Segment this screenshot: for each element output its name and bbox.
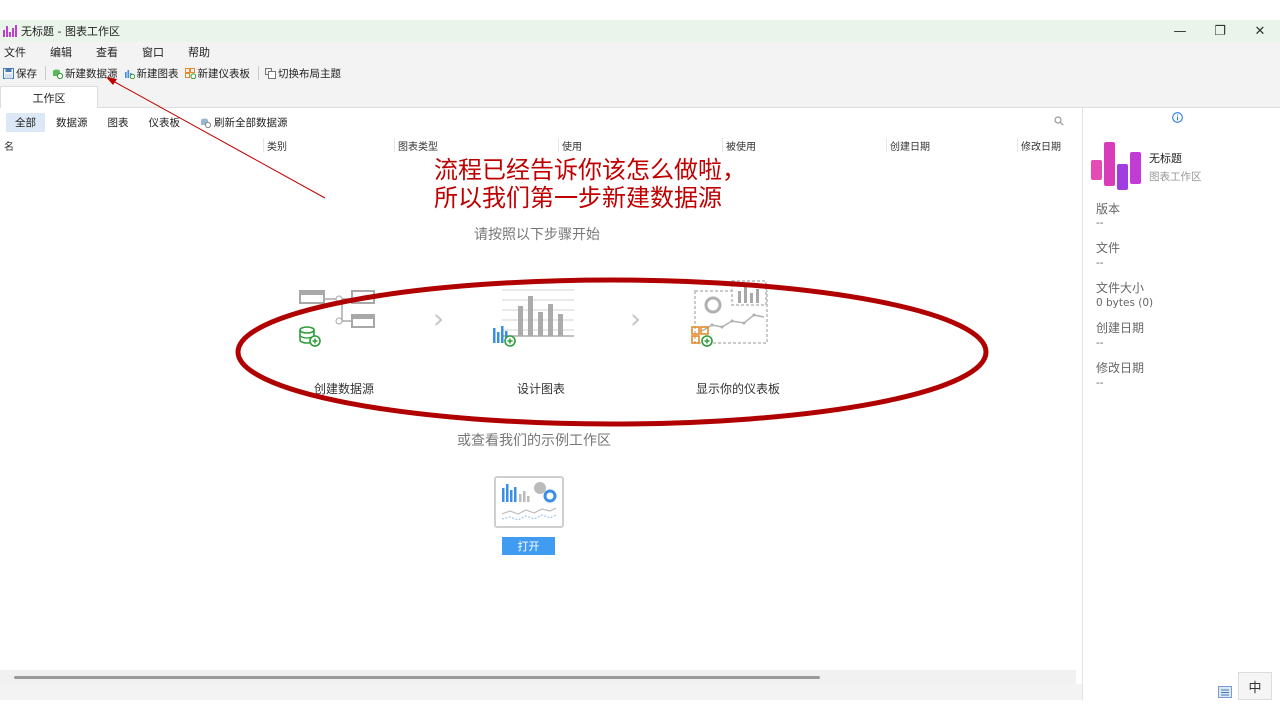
chart-add-icon <box>124 69 135 79</box>
open-example-button[interactable]: 打开 <box>502 537 555 555</box>
step-arrow-1-icon: › <box>433 302 445 335</box>
new-chart-label: 新建图表 <box>136 67 179 80</box>
workspace-logo-icon <box>1091 142 1141 190</box>
column-modified-date[interactable]: 修改日期 <box>1017 138 1061 153</box>
toolbar-divider <box>258 66 259 80</box>
step-design-chart[interactable]: 设计图表 <box>517 380 565 397</box>
menu-bar: 文件 编辑 查看 窗口 帮助 <box>0 42 1280 62</box>
refresh-all-label: 刷新全部数据源 <box>214 116 288 129</box>
filter-chart[interactable]: 图表 <box>99 113 138 132</box>
toolbar-divider <box>45 66 46 80</box>
dashboard-add-icon <box>184 67 196 79</box>
step-create-datasource[interactable]: 创建数据源 <box>314 380 374 397</box>
layout-theme-icon <box>265 67 276 79</box>
annotation-line-1: 流程已经告诉你该怎么做啦， <box>434 156 746 184</box>
column-category[interactable]: 类别 <box>263 138 287 153</box>
file-size-label: 文件大小 <box>1096 281 1145 295</box>
column-uses[interactable]: 使用 <box>558 138 582 153</box>
list-header: 名 类别 图表类型 使用 被使用 创建日期 修改日期 <box>0 136 1076 153</box>
create-datasource-illustration-icon[interactable] <box>296 287 380 349</box>
version-value: -- <box>1096 217 1104 229</box>
tab-bar: 工作区 <box>0 84 1280 108</box>
design-chart-illustration-icon[interactable] <box>490 284 576 350</box>
file-size-value: 0 bytes (0) <box>1096 297 1154 309</box>
toolbar: 保存 新建数据源 新建图表 新建仪表板 切换布局主题 <box>0 62 1280 84</box>
new-dashboard-label: 新建仪表板 <box>197 67 251 80</box>
filter-dashboard[interactable]: 仪表板 <box>140 113 190 132</box>
datasource-add-icon <box>53 69 63 79</box>
minimize-button[interactable]: — <box>1160 20 1200 42</box>
properties-panel: 无标题 图表工作区 版本 -- 文件 -- 文件大小 0 bytes (0) 创… <box>1082 108 1280 700</box>
workspace-name: 无标题 <box>1149 152 1182 165</box>
filter-bar: 全部 数据源 图表 仪表板 刷新全部数据源 <box>0 112 1076 132</box>
column-used-by[interactable]: 被使用 <box>722 138 756 153</box>
close-button[interactable]: ✕ <box>1240 20 1280 42</box>
step-show-dashboard[interactable]: 显示你的仪表板 <box>696 380 780 397</box>
step-arrow-2-icon: › <box>630 302 642 335</box>
column-chart-type[interactable]: 图表类型 <box>394 138 438 153</box>
window-title: 无标题 - 图表工作区 <box>21 25 120 38</box>
scrollbar-thumb[interactable] <box>14 676 820 679</box>
column-name[interactable]: 名 <box>1 138 14 153</box>
save-button[interactable]: 保存 <box>3 66 37 81</box>
filter-datasource[interactable]: 数据源 <box>47 113 97 132</box>
file-value: -- <box>1096 257 1104 269</box>
created-date-value: -- <box>1096 337 1104 349</box>
info-icon[interactable] <box>1172 112 1183 123</box>
annotation-text: 流程已经告诉你该怎么做啦， 所以我们第一步新建数据源 <box>434 156 746 212</box>
list-view-icon[interactable] <box>1218 686 1232 698</box>
horizontal-scrollbar[interactable] <box>0 670 1076 684</box>
new-datasource-button[interactable]: 新建数据源 <box>52 66 118 81</box>
refresh-icon <box>201 118 211 128</box>
example-workspace-title: 或查看我们的示例工作区 <box>457 433 611 449</box>
menu-view[interactable]: 查看 <box>92 44 128 60</box>
tab-workspace[interactable]: 工作区 <box>0 86 98 108</box>
new-datasource-label: 新建数据源 <box>65 67 118 80</box>
menu-help[interactable]: 帮助 <box>184 44 220 60</box>
filter-all[interactable]: 全部 <box>6 112 45 132</box>
window-controls: — ❐ ✕ <box>1160 20 1280 42</box>
column-created-date[interactable]: 创建日期 <box>886 138 930 153</box>
refresh-all-datasources-button[interactable]: 刷新全部数据源 <box>191 113 297 132</box>
version-label: 版本 <box>1096 202 1121 216</box>
ime-indicator[interactable]: 中 <box>1238 672 1272 700</box>
switch-theme-label: 切换布局主题 <box>278 67 341 80</box>
new-dashboard-button[interactable]: 新建仪表板 <box>184 66 251 81</box>
file-label: 文件 <box>1096 241 1121 255</box>
example-workspace-thumbnail[interactable] <box>494 476 564 528</box>
app-logo-icon <box>3 25 17 37</box>
workspace-type: 图表工作区 <box>1149 171 1202 183</box>
restore-button[interactable]: ❐ <box>1200 20 1240 42</box>
menu-edit[interactable]: 编辑 <box>46 44 82 60</box>
title-bar: 无标题 - 图表工作区 — ❐ ✕ <box>0 20 1280 42</box>
annotation-line-2: 所以我们第一步新建数据源 <box>434 184 722 212</box>
dashboard-illustration-icon[interactable] <box>688 279 772 349</box>
menu-window[interactable]: 窗口 <box>138 44 174 60</box>
save-label: 保存 <box>16 67 37 80</box>
new-chart-button[interactable]: 新建图表 <box>124 66 179 81</box>
example-dashboard-icon <box>501 482 557 521</box>
getting-started-title: 请按照以下步骤开始 <box>474 227 600 243</box>
menu-file[interactable]: 文件 <box>0 44 36 60</box>
modified-date-label: 修改日期 <box>1096 361 1145 375</box>
search-icon[interactable] <box>1054 116 1064 126</box>
created-date-label: 创建日期 <box>1096 321 1145 335</box>
save-icon <box>3 67 14 79</box>
switch-theme-button[interactable]: 切换布局主题 <box>265 66 341 81</box>
modified-date-value: -- <box>1096 377 1104 389</box>
